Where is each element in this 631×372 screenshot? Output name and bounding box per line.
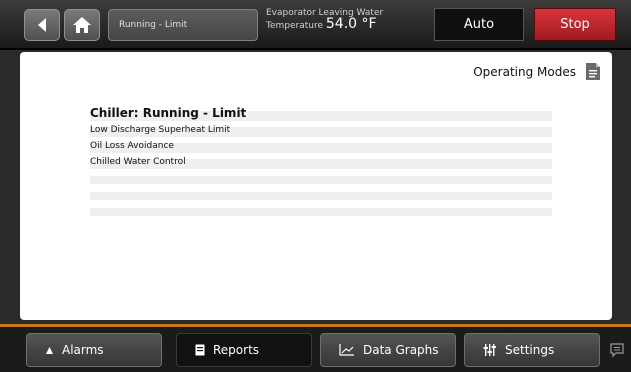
evap-value: 54.0 °F bbox=[325, 16, 377, 32]
tab-settings[interactable]: Settings bbox=[464, 333, 600, 367]
tab-settings-label: Settings bbox=[505, 343, 555, 357]
graph-icon bbox=[339, 344, 354, 356]
report-line: Low Discharge Superheat Limit bbox=[90, 122, 552, 138]
tab-reports-label: Reports bbox=[213, 343, 260, 357]
app-frame: Running - Limit Evaporator Leaving Water… bbox=[0, 0, 631, 372]
report-line: Chilled Water Control bbox=[90, 154, 552, 170]
panel-title: Operating Modes bbox=[473, 65, 576, 79]
bell-icon bbox=[46, 346, 53, 354]
operating-modes-panel: Operating Modes Chiller: Running - Limit… bbox=[20, 52, 612, 320]
sliders-icon bbox=[483, 344, 496, 356]
home-icon bbox=[73, 17, 91, 33]
chiller-status-field: Running - Limit bbox=[108, 9, 258, 41]
report-line-chiller-status: Chiller: Running - Limit bbox=[90, 104, 552, 122]
back-arrow-icon bbox=[38, 18, 46, 32]
tab-data-graphs[interactable]: Data Graphs bbox=[320, 333, 456, 367]
top-bar: Running - Limit Evaporator Leaving Water… bbox=[0, 0, 631, 50]
evaporator-readout: Evaporator Leaving Water Temperature 54.… bbox=[266, 8, 383, 32]
report-blank-line bbox=[90, 186, 552, 202]
evap-label-line2: Temperature bbox=[266, 21, 324, 31]
report-line: Oil Loss Avoidance bbox=[90, 138, 552, 154]
stop-button[interactable]: Stop bbox=[534, 8, 616, 41]
report-blank-line bbox=[90, 170, 552, 186]
chat-icon[interactable] bbox=[609, 342, 625, 358]
tab-alarms[interactable]: Alarms bbox=[26, 333, 162, 367]
tab-alarms-label: Alarms bbox=[62, 343, 104, 357]
back-button[interactable] bbox=[24, 9, 60, 41]
bottom-nav-bar: Alarms Reports Data Graphs Settings bbox=[0, 327, 631, 372]
auto-button[interactable]: Auto bbox=[434, 8, 524, 41]
report-blank-line bbox=[90, 202, 552, 218]
operating-modes-report: Chiller: Running - Limit Low Discharge S… bbox=[90, 104, 552, 218]
tab-reports[interactable]: Reports bbox=[176, 333, 312, 367]
tab-data-graphs-label: Data Graphs bbox=[363, 343, 439, 357]
chiller-status-text: Running - Limit bbox=[119, 20, 188, 30]
document-icon[interactable] bbox=[586, 63, 600, 80]
report-icon bbox=[195, 344, 205, 356]
home-button[interactable] bbox=[64, 9, 100, 41]
